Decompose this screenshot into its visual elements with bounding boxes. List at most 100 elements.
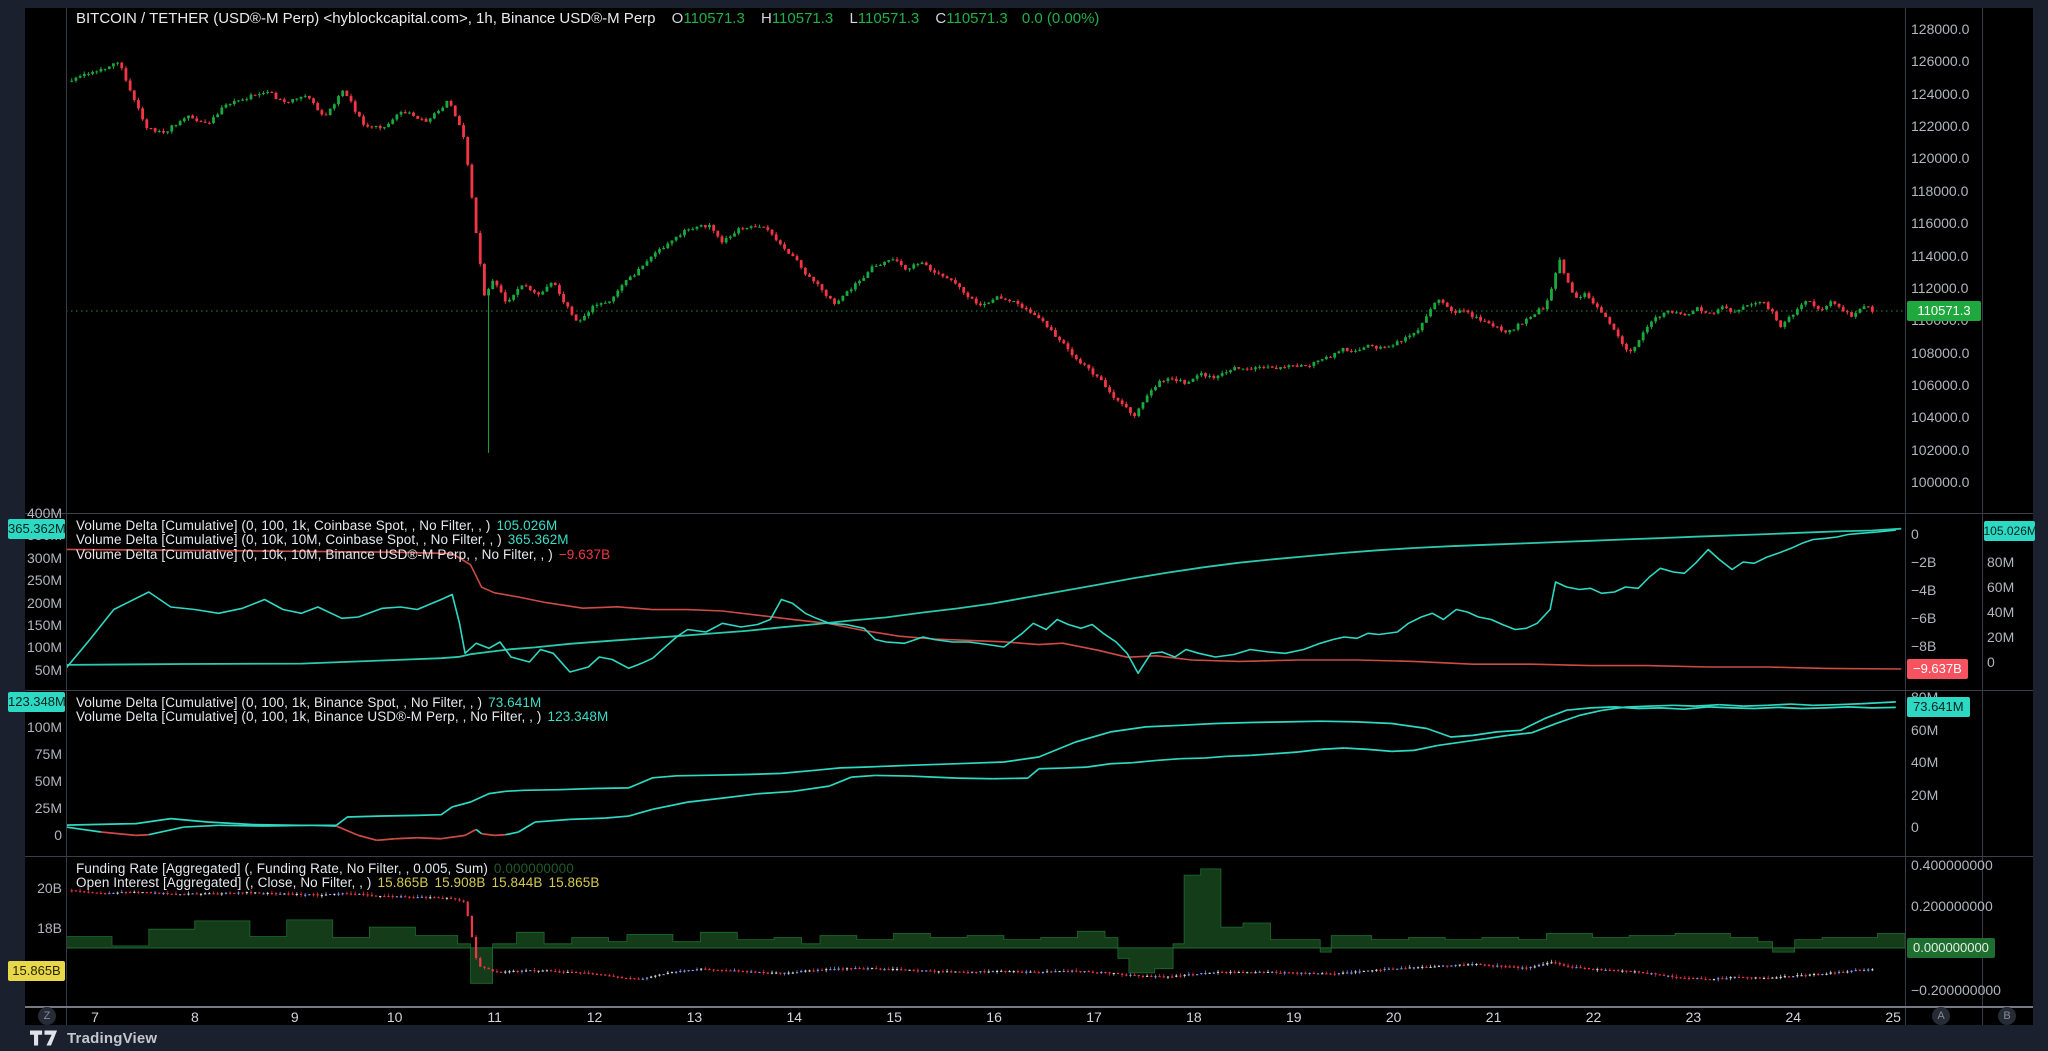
time-axis-label[interactable]: 13 — [687, 1009, 703, 1025]
time-axis-label[interactable]: 22 — [1586, 1009, 1602, 1025]
time-axis-label[interactable]: 25 — [1885, 1009, 1901, 1025]
right-scale-tick[interactable]: 116000.0 — [1911, 215, 1968, 231]
right-scale-tick[interactable]: 126000.0 — [1911, 53, 1969, 69]
outer-scale-tick[interactable]: 0 — [1987, 654, 1995, 670]
indicator-label[interactable]: Volume Delta [Cumulative] (0, 100, 1k, B… — [76, 695, 482, 710]
legend-row[interactable]: Volume Delta [Cumulative] (0, 100, 1k, B… — [76, 709, 608, 724]
indicator-label[interactable]: Volume Delta [Cumulative] (0, 100, 1k, B… — [76, 709, 541, 724]
left-scale-tick[interactable]: 25M — [27, 800, 62, 816]
right-scale-tick[interactable]: 106000.0 — [1911, 377, 1969, 393]
left-scale-tick[interactable]: 250M — [27, 572, 62, 588]
cvd-binance-spot-badge: 73.641M — [1907, 697, 1970, 717]
right-scale-tick[interactable]: 114000.0 — [1911, 248, 1968, 264]
time-axis-label[interactable]: 23 — [1686, 1009, 1702, 1025]
legend-row[interactable]: Volume Delta [Cumulative] (0, 100, 1k, C… — [76, 518, 557, 533]
outer-scale-tick[interactable]: 60M — [1987, 579, 2014, 595]
time-axis-label[interactable]: 24 — [1786, 1009, 1802, 1025]
right-scale-tick[interactable]: −6B — [1911, 610, 1936, 626]
time-axis-label[interactable]: 7 — [91, 1009, 99, 1025]
scale-b-button[interactable]: B — [1998, 1007, 2016, 1025]
time-axis-label[interactable]: 11 — [487, 1009, 502, 1025]
right-scale-tick[interactable]: 0 — [1911, 526, 1919, 542]
tradingview-window: 128000.0126000.0124000.0122000.0120000.0… — [0, 0, 2048, 1051]
right-scale-tick[interactable]: 118000.0 — [1911, 183, 1968, 199]
right-scale-tick[interactable]: −4B — [1911, 582, 1936, 598]
cvd-coinbase-1k-badge: 105.026M — [1984, 521, 2035, 541]
left-scale-tick[interactable]: 75M — [27, 746, 62, 762]
pane-separator[interactable] — [25, 513, 2033, 514]
right-scale-tick[interactable]: 112000.0 — [1911, 280, 1968, 296]
indicator-label[interactable]: Volume Delta [Cumulative] (0, 10k, 10M, … — [76, 532, 502, 547]
time-axis-label[interactable]: 21 — [1486, 1009, 1502, 1025]
left-scale-tick[interactable]: 100M — [27, 639, 62, 655]
legend-row[interactable]: Open Interest [Aggregated] (, Close, No … — [76, 875, 599, 890]
left-scale-tick[interactable]: 50M — [27, 662, 62, 678]
time-axis-label[interactable]: 9 — [291, 1009, 299, 1025]
legend-row[interactable]: Volume Delta [Cumulative] (0, 10k, 10M, … — [76, 532, 569, 547]
pane-separator[interactable] — [25, 690, 2033, 691]
legend-row[interactable]: Funding Rate [Aggregated] (, Funding Rat… — [76, 861, 574, 876]
legend-row[interactable]: Volume Delta [Cumulative] (0, 10k, 10M, … — [76, 547, 610, 562]
right-scale-tick[interactable]: 104000.0 — [1911, 409, 1969, 425]
right-scale-tick[interactable]: 40M — [1911, 754, 1938, 770]
right-scale-tick[interactable]: 108000.0 — [1911, 345, 1969, 361]
time-axis-label[interactable]: 20 — [1386, 1009, 1402, 1025]
time-axis-label[interactable]: 8 — [191, 1009, 199, 1025]
right-scale-tick[interactable]: 20M — [1911, 787, 1938, 803]
right-scale-tick[interactable]: 0.200000000 — [1911, 898, 1993, 914]
timezone-button[interactable]: Z — [38, 1007, 56, 1025]
close-value: 110571.3 — [946, 10, 1007, 27]
time-axis-label[interactable]: 17 — [1086, 1009, 1102, 1025]
open-interest-badge: 15.865B — [8, 961, 65, 981]
tradingview-logo-icon[interactable] — [30, 1030, 58, 1046]
left-scale-tick[interactable]: 50M — [27, 773, 62, 789]
indicator-label[interactable]: Volume Delta [Cumulative] (0, 10k, 10M, … — [76, 547, 553, 562]
right-scale-tick[interactable]: 0.400000000 — [1911, 857, 1993, 873]
right-scale-tick[interactable]: 122000.0 — [1911, 118, 1969, 134]
right-scale-tick[interactable]: 102000.0 — [1911, 442, 1969, 458]
left-scale-tick[interactable]: 18B — [27, 920, 62, 936]
time-axis-label[interactable]: 19 — [1286, 1009, 1302, 1025]
time-axis-label[interactable]: 18 — [1186, 1009, 1202, 1025]
left-scale-tick[interactable]: 0 — [27, 827, 62, 843]
indicator-label[interactable]: Volume Delta [Cumulative] (0, 100, 1k, C… — [76, 518, 490, 533]
symbol-legend: BITCOIN / TETHER (USD®-M Perp) <hyblockc… — [76, 10, 1099, 27]
close-label: C — [935, 10, 946, 27]
scale-a-button[interactable]: A — [1932, 1007, 1950, 1025]
right-scale-tick[interactable]: 0 — [1911, 819, 1919, 835]
time-axis-label[interactable]: 14 — [787, 1009, 803, 1025]
low-value: 110571.3 — [858, 10, 919, 27]
left-scale-tick[interactable]: 200M — [27, 595, 62, 611]
right-scale-tick[interactable]: −2B — [1911, 554, 1936, 570]
right-scale-tick[interactable]: 128000.0 — [1911, 21, 1969, 37]
symbol-title[interactable]: BITCOIN / TETHER (USD®-M Perp) <hyblockc… — [76, 10, 656, 27]
indicator-label[interactable]: Open Interest [Aggregated] (, Close, No … — [76, 875, 371, 890]
brand-label[interactable]: TradingView — [67, 1030, 157, 1047]
indicator-label[interactable]: Funding Rate [Aggregated] (, Funding Rat… — [76, 861, 488, 876]
time-axis-label[interactable]: 12 — [587, 1009, 603, 1025]
left-scale-tick[interactable]: 300M — [27, 550, 62, 566]
time-axis-label[interactable]: 15 — [886, 1009, 902, 1025]
pane-separator[interactable] — [25, 856, 2033, 857]
left-scale-tick[interactable]: 150M — [27, 617, 62, 633]
indicator-value: 0.000000000 — [494, 861, 574, 876]
outer-scale-tick[interactable]: 40M — [1987, 604, 2014, 620]
right-scale-tick[interactable]: 100000.0 — [1911, 474, 1969, 490]
indicator-value: 123.348M — [547, 709, 608, 724]
right-scale-tick[interactable]: 120000.0 — [1911, 150, 1969, 166]
indicator-value: 15.844B — [491, 875, 542, 890]
legend-row[interactable]: Volume Delta [Cumulative] (0, 100, 1k, B… — [76, 695, 541, 710]
high-value: 110571.3 — [772, 10, 833, 27]
right-scale-tick[interactable]: 60M — [1911, 722, 1938, 738]
left-scale-tick[interactable]: 20B — [27, 880, 62, 896]
right-scale-tick[interactable]: 124000.0 — [1911, 86, 1969, 102]
time-axis-border — [25, 1006, 2033, 1008]
right-scale-tick[interactable]: −0.200000000 — [1911, 982, 2001, 998]
right-scale-tick[interactable]: −8B — [1911, 638, 1936, 654]
outer-scale-tick[interactable]: 80M — [1987, 554, 2014, 570]
time-axis-label[interactable]: 16 — [986, 1009, 1002, 1025]
low-label: L — [849, 10, 857, 27]
time-axis-label[interactable]: 10 — [387, 1009, 403, 1025]
left-scale-tick[interactable]: 100M — [27, 719, 62, 735]
outer-scale-tick[interactable]: 20M — [1987, 629, 2014, 645]
